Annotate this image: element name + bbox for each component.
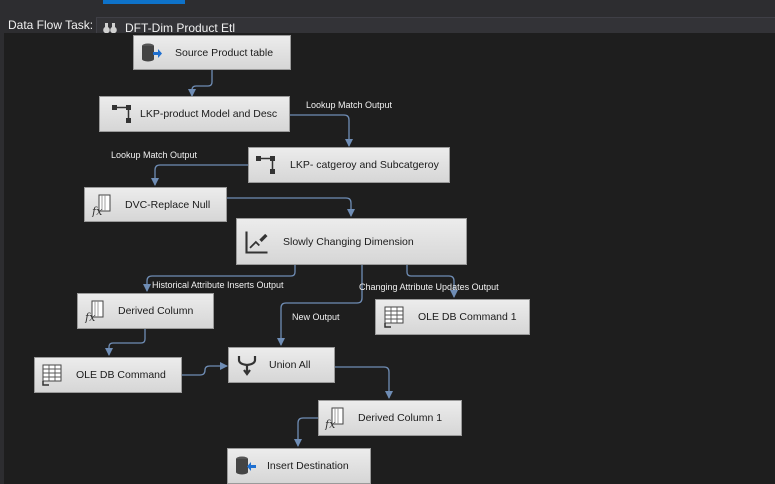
node-dvc-replace-null[interactable]: fx DVC-Replace Null [84,187,227,222]
node-label: Source Product table [175,46,274,59]
slowly-changing-dimension-icon [245,231,268,254]
database-source-icon [142,43,162,61]
node-ole-db-command[interactable]: OLE DB Command [34,357,182,393]
node-derived-column[interactable]: fx Derived Column [77,293,214,329]
node-union-all[interactable]: Union All [228,347,335,383]
node-label: OLE DB Command 1 [418,311,517,323]
database-destination-icon [236,456,256,475]
node-source-product-table[interactable]: Source Product table [133,35,291,70]
connector-derived1-to-insert[interactable] [294,417,318,447]
node-label: Insert Destination [267,460,349,472]
node-label: Derived Column 1 [358,412,443,424]
connector-oledb-to-union[interactable] [182,362,228,376]
svg-text:fx: fx [324,418,336,430]
edge-label-historical-inserts: Historical Attribute Inserts Output [152,280,284,290]
svg-text:fx: fx [84,311,96,323]
lookup-icon [112,105,131,123]
node-label: DVC-Replace Null [125,198,211,211]
ole-db-command-icon [384,306,404,328]
svg-text:fx: fx [91,205,103,217]
ole-db-command-icon [42,364,62,386]
union-all-icon [237,356,257,376]
connector-scd-to-union[interactable] [277,265,363,346]
connector-union-to-derived1[interactable] [335,366,393,399]
node-ole-db-command-1[interactable]: OLE DB Command 1 [375,299,530,335]
derived-column-icon: fx [324,407,344,430]
node-label: Union All [269,359,311,371]
node-label: Slowly Changing Dimension [283,235,414,248]
node-label: OLE DB Command [76,369,166,381]
connector-lkp-model-to-lkp-category[interactable] [290,114,353,147]
lookup-icon [256,156,275,174]
edge-label-lookup-match-2: Lookup Match Output [111,150,198,160]
node-label: LKP- catgeroy and Subcatgeroy [290,159,439,171]
node-derived-column-1[interactable]: fx Derived Column 1 [318,400,462,436]
connector-lkp-category-to-dvc[interactable] [151,164,248,186]
node-slowly-changing-dimension[interactable]: Slowly Changing Dimension [236,218,467,265]
connector-source-to-lkp-model[interactable] [188,70,213,97]
derived-column-icon: fx [84,300,104,323]
node-lkp-product-model[interactable]: LKP-product Model and Desc [99,96,290,132]
derived-column-icon: fx [91,194,111,217]
node-lkp-category[interactable]: LKP- catgeroy and Subcatgeroy [248,147,450,183]
connector-dvc-to-scd[interactable] [227,197,355,217]
connector-scd-to-oledb-update[interactable] [406,265,458,298]
node-label: Derived Column [118,305,194,317]
node-insert-destination[interactable]: Insert Destination [227,448,371,484]
edge-label-new-output: New Output [292,312,340,322]
edge-label-changing-updates: Changing Attribute Updates Output [359,282,499,292]
edge-label-lookup-match-1: Lookup Match Output [306,100,393,110]
connector-derived-to-oledb[interactable] [105,329,146,356]
node-label: LKP-product Model and Desc [140,108,278,120]
